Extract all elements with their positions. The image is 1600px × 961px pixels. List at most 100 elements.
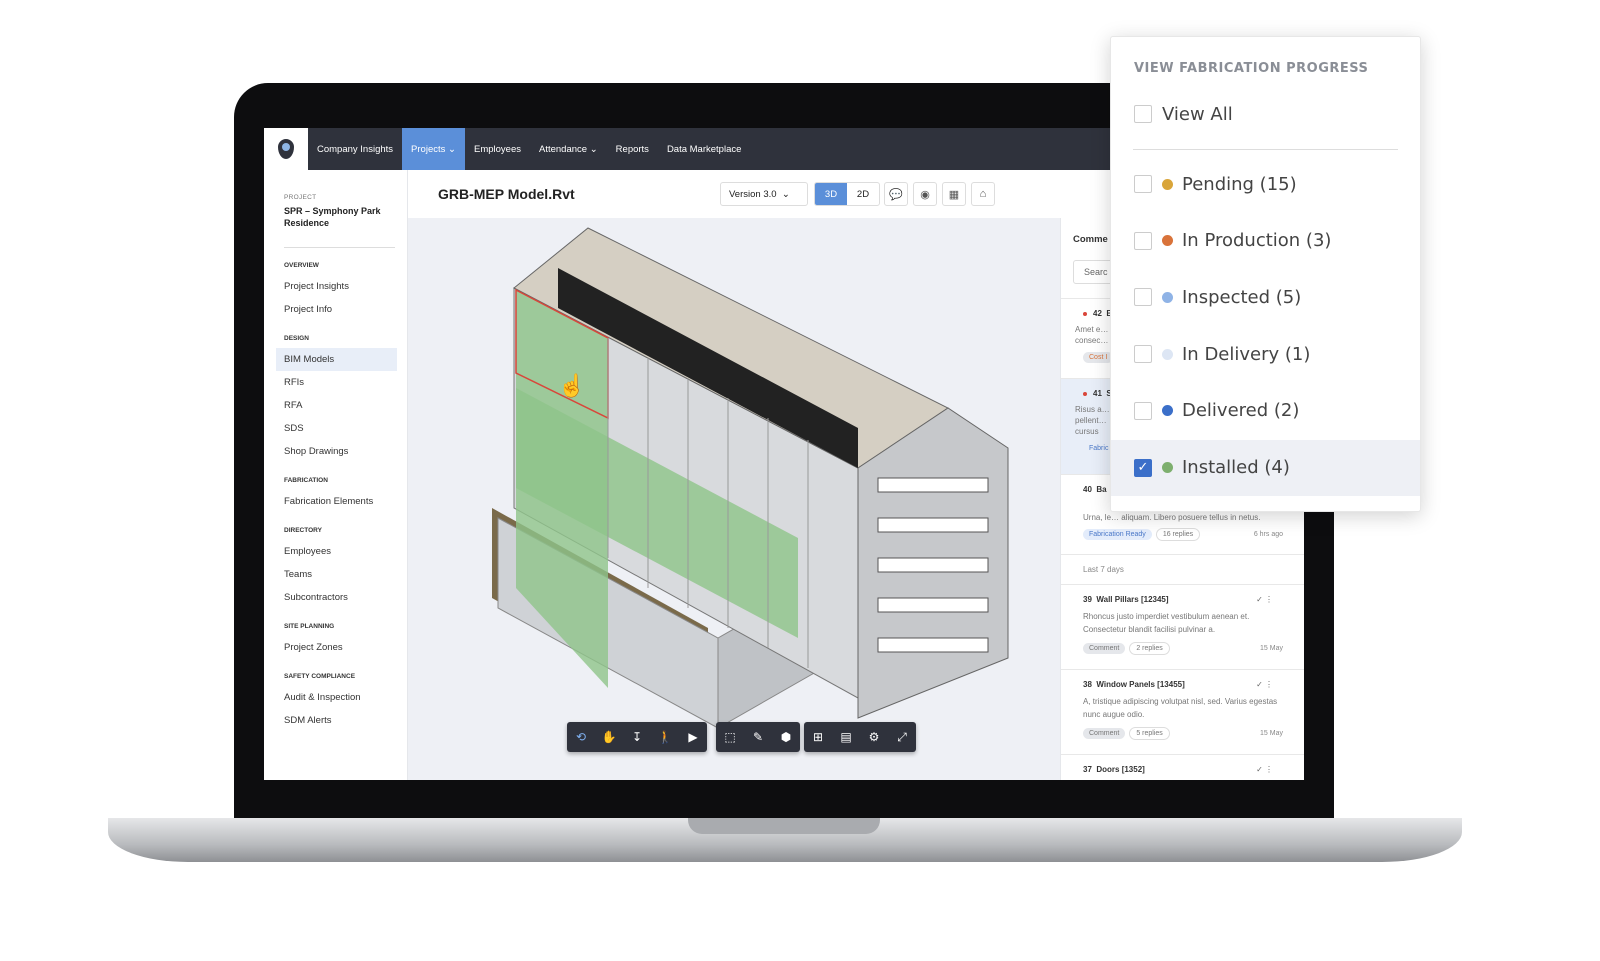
- comment-item[interactable]: 37 Doors [1352] ✓ ⋮: [1061, 754, 1304, 780]
- status-color-dot: [1162, 291, 1173, 303]
- resolve-and-more-icon[interactable]: ✓ ⋮: [1256, 765, 1273, 774]
- comment-icon[interactable]: 💬: [884, 182, 908, 206]
- sidebar-item[interactable]: RFA: [276, 394, 397, 417]
- orbit-icon[interactable]: ⟲: [567, 730, 595, 744]
- page-title: GRB-MEP Model.Rvt: [438, 186, 575, 202]
- sidebar-item[interactable]: Fabrication Elements: [276, 490, 397, 513]
- chevron-down-icon: ⌄: [448, 143, 456, 155]
- logo-icon[interactable]: [264, 128, 308, 170]
- sidebar-item[interactable]: Teams: [276, 563, 397, 586]
- comment-item[interactable]: 38 Window Panels [13455] ✓ ⋮ A, tristique …: [1061, 669, 1304, 750]
- section-heading: OVERVIEW: [284, 262, 319, 269]
- status-option[interactable]: Pending (15): [1111, 156, 1420, 212]
- section-heading: SAFETY COMPLIANCE: [284, 673, 356, 680]
- comment-date: 15 May: [1260, 730, 1283, 737]
- section-box-icon[interactable]: ⬚: [716, 730, 744, 744]
- sidebar-item[interactable]: BIM Models: [276, 348, 397, 371]
- checkbox[interactable]: [1134, 401, 1152, 420]
- sidebar-item[interactable]: SDS: [276, 417, 397, 440]
- sidebar-item[interactable]: Subcontractors: [276, 586, 397, 609]
- sidebar-item[interactable]: Project Zones: [276, 636, 397, 659]
- sidebar-item[interactable]: Project Insights: [276, 275, 397, 298]
- eye-icon[interactable]: ◉: [913, 182, 937, 206]
- sidebar-item[interactable]: Project Info: [276, 298, 397, 321]
- cube-icon[interactable]: ⬢: [772, 730, 800, 744]
- resolve-and-more-icon[interactable]: ✓ ⋮: [1256, 680, 1273, 689]
- status-option[interactable]: Delivered (2): [1111, 383, 1420, 439]
- status-color-dot: [1162, 178, 1173, 190]
- home-icon[interactable]: ⌂: [971, 182, 995, 206]
- comment-body: Amet e… consec…: [1075, 325, 1109, 345]
- sidebar: PROJECT SPR – Symphony Park Residence OV…: [264, 170, 408, 780]
- sidebar-item[interactable]: Audit & Inspection: [276, 686, 397, 709]
- checkbox[interactable]: [1134, 105, 1152, 123]
- sidebar-item[interactable]: SDM Alerts: [276, 709, 397, 732]
- camera-icon[interactable]: ▶: [679, 730, 707, 744]
- building-model[interactable]: ☝: [408, 218, 1060, 780]
- view-all-option[interactable]: View All: [1111, 86, 1420, 142]
- nav-attendance[interactable]: Attendance ⌄: [530, 128, 607, 170]
- last-7-days-label: Last 7 days: [1061, 554, 1304, 584]
- nav-reports[interactable]: Reports: [607, 128, 658, 170]
- unread-dot: [1083, 311, 1087, 316]
- status-option[interactable]: ✓ Installed (4): [1111, 439, 1420, 496]
- nav-projects-label: Projects: [411, 143, 446, 155]
- comment-item[interactable]: 39 Wall Pillars [12345] ✓ ⋮ Rhoncus justo …: [1061, 584, 1304, 665]
- navigation-toolbar: ⟲ ✋ ↧ 🚶 ▶: [567, 722, 707, 752]
- resolve-and-more-icon[interactable]: ✓ ⋮: [1256, 595, 1273, 604]
- fullscreen-icon[interactable]: ⤢: [888, 730, 916, 745]
- option-label: Installed (4): [1182, 457, 1290, 478]
- nav-employees[interactable]: Employees: [465, 128, 530, 170]
- comment-title: Wall Pillars [12345]: [1096, 595, 1169, 604]
- checkbox[interactable]: [1134, 345, 1152, 364]
- hand-cursor-icon: ☝: [558, 372, 585, 399]
- status-color-dot: [1162, 462, 1173, 473]
- walk-icon[interactable]: 🚶: [651, 730, 679, 744]
- comment-title: Ba: [1096, 485, 1107, 494]
- laptop-notch: [688, 818, 880, 834]
- table-icon[interactable]: ▦: [942, 182, 966, 206]
- comment-date: 15 May: [1260, 645, 1283, 652]
- comments-title: Comme: [1073, 234, 1108, 245]
- measure-icon[interactable]: ✎: [744, 730, 772, 744]
- comment-tag: Fabrication Ready: [1083, 529, 1152, 540]
- zoom-icon[interactable]: ↧: [623, 730, 651, 744]
- status-color-dot: [1162, 348, 1173, 360]
- checkbox[interactable]: [1134, 288, 1152, 307]
- mode-3d-button[interactable]: 3D: [815, 183, 847, 205]
- settings-toolbar: ⊞ ▤ ⚙ ⤢: [804, 722, 916, 752]
- comment-body: A, tristique adipiscing volutpat nisl, s…: [1083, 697, 1278, 719]
- sidebar-item[interactable]: Employees: [276, 540, 397, 563]
- nav-data-marketplace[interactable]: Data Marketplace: [658, 128, 750, 170]
- option-label: View All: [1162, 103, 1233, 125]
- 3d-viewport[interactable]: ☝ ⟲ ✋ ↧ 🚶 ▶ ⬚ ✎ ⬢ ⊞ ▤ ⚙ ⤢: [408, 218, 1060, 780]
- comment-title: Window Panels [13455]: [1096, 680, 1185, 689]
- replies-count[interactable]: 5 replies: [1129, 727, 1170, 740]
- nav-company-insights[interactable]: Company Insights: [308, 128, 402, 170]
- nav-projects[interactable]: Projects ⌄: [402, 128, 465, 170]
- divider: [284, 247, 395, 248]
- status-option[interactable]: In Delivery (1): [1111, 326, 1420, 382]
- comment-number: 41: [1093, 389, 1102, 398]
- version-select[interactable]: Version 3.0 ⌄: [720, 182, 808, 206]
- pan-icon[interactable]: ✋: [595, 730, 623, 744]
- replies-count[interactable]: 2 replies: [1129, 642, 1170, 655]
- checkbox[interactable]: ✓: [1134, 458, 1152, 477]
- checkbox[interactable]: [1134, 231, 1152, 250]
- replies-count[interactable]: 16 replies: [1155, 528, 1201, 541]
- properties-icon[interactable]: ▤: [832, 730, 860, 744]
- sidebar-item[interactable]: Shop Drawings: [276, 440, 397, 463]
- mode-2d-button[interactable]: 2D: [847, 183, 879, 205]
- model-tree-icon[interactable]: ⊞: [804, 730, 832, 744]
- comment-body: Risus a… pellent… cursus: [1075, 405, 1110, 436]
- divider: [1133, 149, 1398, 150]
- section-heading: FABRICATION: [284, 477, 328, 484]
- checkbox[interactable]: [1134, 175, 1152, 193]
- sidebar-item[interactable]: RFIs: [276, 371, 397, 394]
- gear-icon[interactable]: ⚙: [860, 730, 888, 744]
- option-label: In Delivery (1): [1182, 343, 1311, 365]
- status-option[interactable]: Inspected (5): [1111, 269, 1420, 325]
- status-option[interactable]: In Production (3): [1111, 213, 1420, 269]
- chevron-down-icon: ⌄: [589, 143, 598, 155]
- comment-number: 37: [1083, 765, 1092, 774]
